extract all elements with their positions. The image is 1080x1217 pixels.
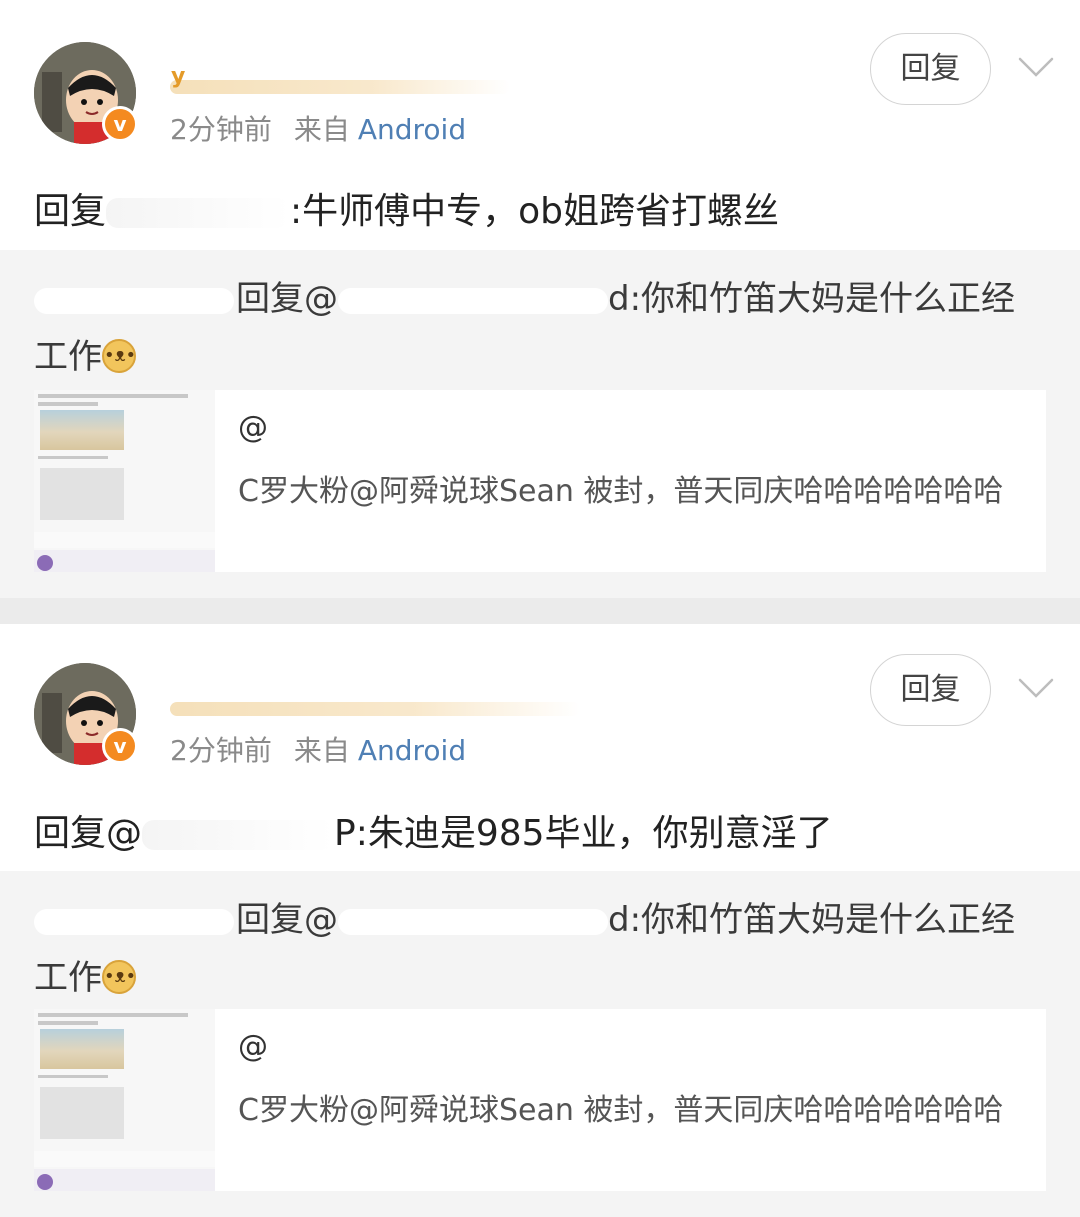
- comment-body: P:朱迪是985毕业，你别意淫了: [334, 813, 833, 854]
- chevron-down-icon[interactable]: [1018, 677, 1054, 699]
- comment-body: :牛师傅中专，ob姐跨省打螺丝: [290, 191, 780, 232]
- timestamp: 2分钟前: [170, 113, 272, 146]
- redacted-mention: [338, 287, 608, 314]
- source-link[interactable]: Android: [358, 734, 466, 767]
- username[interactable]: y: [171, 64, 185, 89]
- comment-card: v y 2分钟前 来自 Android 回复 回复 :牛师傅中专，ob姐跨省打螺丝 回…: [0, 0, 1080, 598]
- link-card[interactable]: @ C罗大粉@阿舜说球Sean 被封，普天同庆哈哈哈哈哈哈哈: [34, 390, 1046, 572]
- redacted-mention: [338, 908, 608, 935]
- quote-prefix[interactable]: 回复@: [236, 279, 338, 319]
- quoted-comment[interactable]: 回复@ d:你和竹笛大妈是什么正经 工作 •ᴥ• @ C罗大粉@阿舜说球Sean 被…: [0, 250, 1080, 598]
- redacted-mention: [106, 198, 291, 228]
- redacted-name: [34, 287, 234, 314]
- reply-prefix: 回复: [34, 191, 107, 232]
- verified-badge-icon: v: [102, 106, 138, 142]
- reply-button[interactable]: 回复: [870, 654, 991, 726]
- card-handle[interactable]: @: [238, 410, 268, 445]
- quote-line2: 工作: [34, 958, 102, 998]
- card-handle[interactable]: @: [238, 1029, 268, 1064]
- username-redacted[interactable]: [170, 702, 580, 716]
- redacted-mention: [142, 820, 335, 850]
- card-text: C罗大粉@阿舜说球Sean 被封，普天同庆哈哈哈哈哈哈哈: [238, 1093, 1004, 1128]
- chevron-down-icon[interactable]: [1018, 56, 1054, 78]
- post-meta: 2分钟前 来自 Android: [170, 729, 466, 769]
- source-link[interactable]: Android: [358, 113, 466, 146]
- source-label: 来自: [293, 113, 350, 146]
- comment-text: 回复 :牛师傅中专，ob姐跨省打螺丝: [34, 182, 779, 234]
- quote-text: 回复@ d:你和竹笛大妈是什么正经 工作 •ᴥ•: [34, 891, 1040, 1007]
- quote-body: d:你和竹笛大妈是什么正经: [608, 279, 1016, 319]
- username-redacted[interactable]: [170, 80, 510, 94]
- card-text: C罗大粉@阿舜说球Sean 被封，普天同庆哈哈哈哈哈哈哈: [238, 474, 1004, 509]
- quote-line2: 工作: [34, 337, 102, 377]
- post-meta: 2分钟前 来自 Android: [170, 108, 466, 148]
- card-thumbnail: [34, 390, 215, 572]
- reply-prefix: 回复@: [34, 813, 143, 854]
- redacted-name: [34, 908, 234, 935]
- timestamp: 2分钟前: [170, 734, 272, 767]
- quote-body: d:你和竹笛大妈是什么正经: [608, 900, 1016, 940]
- link-card[interactable]: @ C罗大粉@阿舜说球Sean 被封，普天同庆哈哈哈哈哈哈哈: [34, 1009, 1046, 1191]
- source-label: 来自: [293, 734, 350, 767]
- quoted-comment[interactable]: 回复@ d:你和竹笛大妈是什么正经 工作 •ᴥ• @ C罗大粉@阿舜说球Sean 被…: [0, 871, 1080, 1217]
- quote-text: 回复@ d:你和竹笛大妈是什么正经 工作 •ᴥ•: [34, 270, 1040, 386]
- quote-prefix[interactable]: 回复@: [236, 900, 338, 940]
- doge-emoji-icon: •ᴥ•: [102, 959, 136, 994]
- verified-badge-icon: v: [102, 728, 138, 764]
- comment-text: 回复@ P:朱迪是985毕业，你别意淫了: [34, 804, 833, 856]
- doge-emoji-icon: •ᴥ•: [102, 338, 136, 373]
- comment-card: v 2分钟前 来自 Android 回复 回复@ P:朱迪是985毕业，你别意淫了 回…: [0, 624, 1080, 1217]
- card-thumbnail: [34, 1009, 215, 1191]
- reply-button[interactable]: 回复: [870, 33, 991, 105]
